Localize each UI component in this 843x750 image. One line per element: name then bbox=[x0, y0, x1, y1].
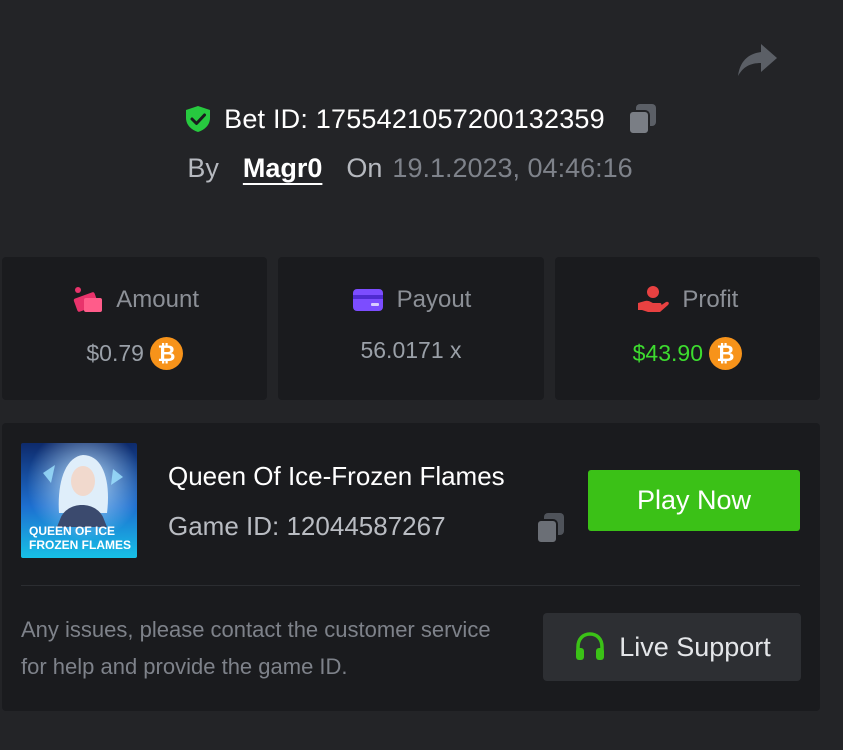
copy-game-id-icon[interactable] bbox=[534, 511, 567, 545]
by-label: By bbox=[187, 153, 219, 183]
bet-datetime: 19.1.2023, 04:46:16 bbox=[392, 153, 633, 183]
bet-stats: Amount $0.79 ₿ Payout 56.0171 x Profit $… bbox=[2, 257, 820, 400]
thumbnail-title-line1: QUEEN OF ICE bbox=[29, 524, 115, 538]
stat-amount: Amount $0.79 ₿ bbox=[2, 257, 268, 400]
share-icon[interactable] bbox=[735, 40, 779, 80]
live-support-button[interactable]: Live Support bbox=[543, 613, 801, 681]
stat-value: $43.90 bbox=[632, 340, 703, 366]
stat-label: Amount bbox=[116, 286, 200, 313]
bitcoin-icon: ₿ bbox=[149, 337, 183, 370]
bet-meta: By Magr0 On 19.1.2023, 04:46:16 bbox=[0, 153, 820, 184]
on-label: On bbox=[346, 153, 383, 183]
play-now-button[interactable]: Play Now bbox=[588, 470, 800, 531]
stat-value: $0.79 bbox=[86, 340, 144, 366]
amount-icon bbox=[74, 287, 103, 312]
support-message: Any issues, please contact the customer … bbox=[21, 617, 491, 679]
username-link[interactable]: Magr0 bbox=[243, 153, 323, 184]
live-support-label: Live Support bbox=[619, 631, 771, 662]
copy-icon[interactable] bbox=[627, 102, 659, 136]
profit-hand-icon bbox=[638, 286, 670, 312]
stat-value: 56.0171 x bbox=[360, 337, 462, 363]
bet-id: Bet ID: 1755421057200132359 bbox=[224, 103, 605, 134]
divider bbox=[21, 585, 800, 586]
verified-shield-icon bbox=[186, 106, 211, 132]
stat-label: Payout bbox=[396, 286, 472, 313]
svg-text:₿: ₿ bbox=[717, 341, 735, 366]
svg-text:₿: ₿ bbox=[157, 341, 175, 366]
bet-header: Bet ID: 1755421057200132359 bbox=[0, 102, 843, 136]
game-title: Queen Of Ice-Frozen Flames bbox=[168, 461, 505, 491]
headset-icon bbox=[576, 632, 605, 660]
bitcoin-icon: ₿ bbox=[709, 337, 742, 370]
stat-payout: Payout 56.0171 x bbox=[278, 257, 544, 400]
game-id: Game ID: 12044587267 bbox=[168, 511, 446, 541]
game-thumbnail[interactable]: QUEEN OF ICE FROZEN FLAMES bbox=[21, 443, 137, 558]
wallet-card-icon bbox=[352, 289, 383, 311]
thumbnail-title-line2: FROZEN FLAMES bbox=[29, 538, 131, 552]
game-card: QUEEN OF ICE FROZEN FLAMES Queen Of Ice-… bbox=[2, 423, 820, 711]
stat-label: Profit bbox=[682, 286, 739, 313]
stat-profit: Profit $43.90 ₿ bbox=[554, 257, 820, 400]
